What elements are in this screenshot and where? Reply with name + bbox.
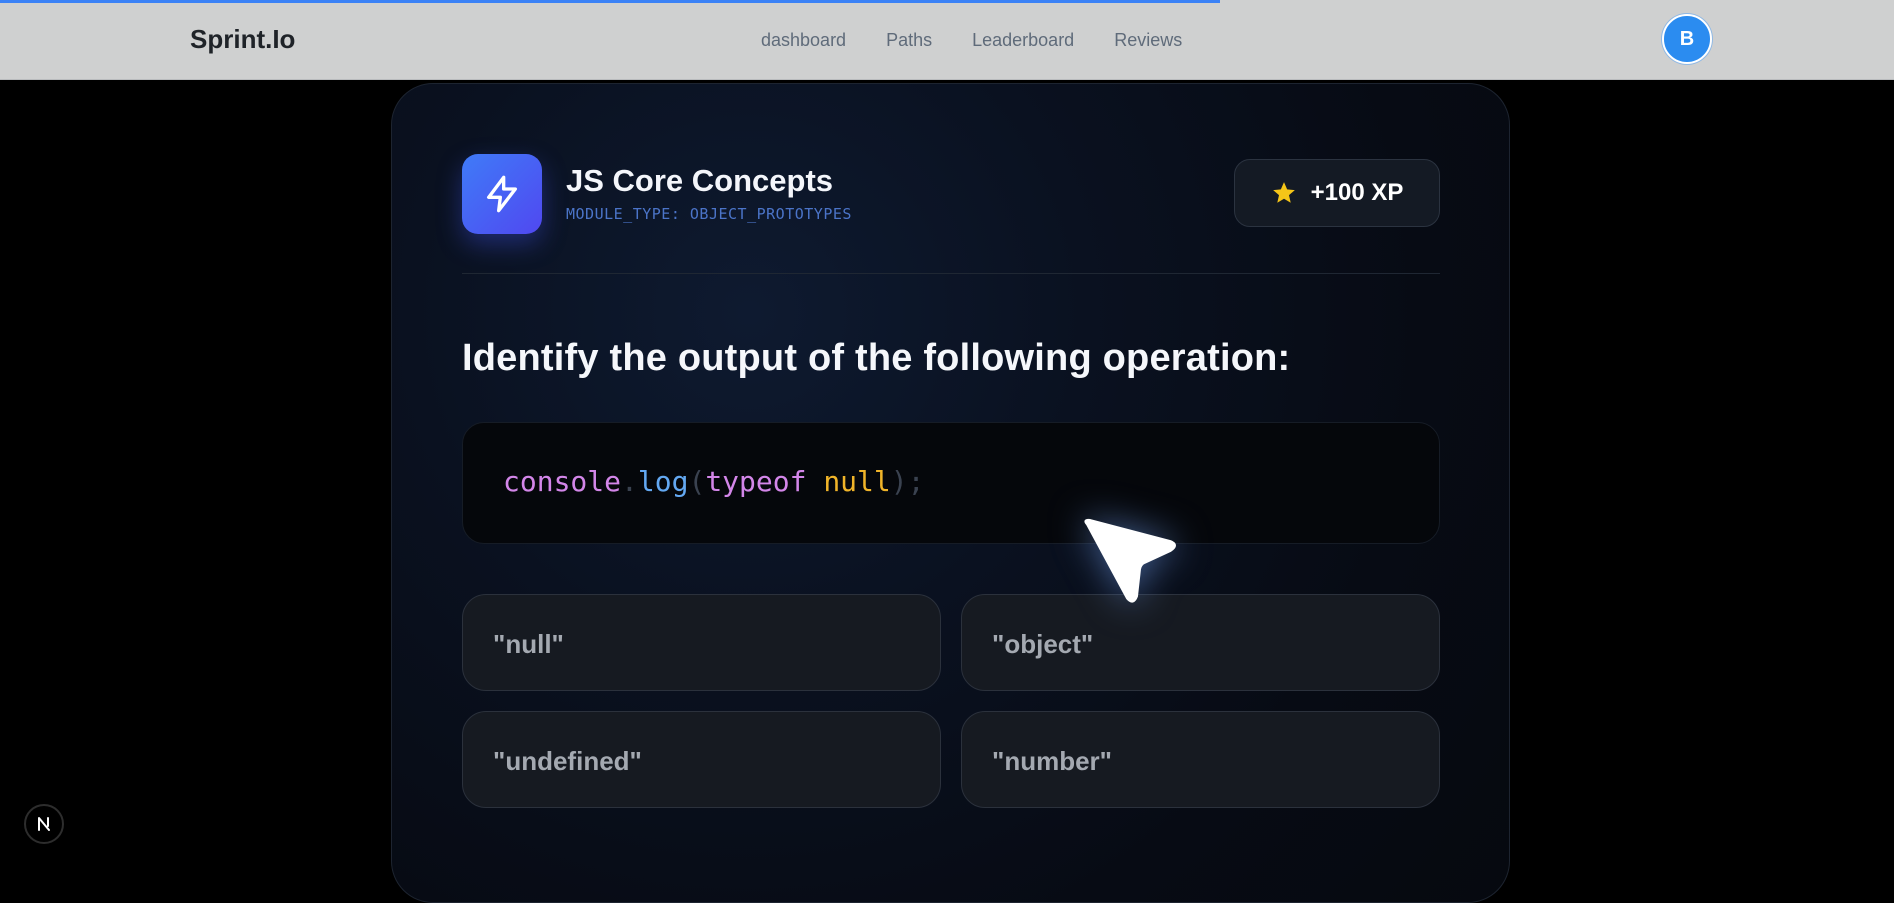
nextjs-logo-icon: [38, 817, 50, 831]
nav-link-paths[interactable]: Paths: [886, 30, 932, 51]
module-type-label: MODULE_TYPE: OBJECT_PROTOTYPES: [566, 205, 852, 223]
nav-link-reviews[interactable]: Reviews: [1114, 30, 1182, 51]
code-token-open-paren: (: [688, 465, 706, 498]
brand-logo[interactable]: Sprint.Io: [190, 24, 295, 55]
user-avatar[interactable]: B: [1662, 14, 1712, 64]
code-token-method: log: [637, 465, 689, 498]
code-token-value: null: [823, 465, 891, 498]
answer-option-object[interactable]: "object": [961, 594, 1440, 691]
nextjs-dev-badge[interactable]: [24, 804, 64, 844]
xp-reward-badge: +100 XP: [1234, 159, 1440, 227]
code-token-dot: .: [621, 465, 638, 498]
code-token-semicolon: ;: [907, 465, 925, 498]
answer-option-label: "number": [992, 746, 1112, 776]
page-progress-bar: [0, 0, 1220, 3]
module-icon: [462, 154, 542, 234]
code-line: console.log(typeof null);: [503, 465, 924, 498]
answer-option-label: "undefined": [493, 746, 642, 776]
nav-link-leaderboard[interactable]: Leaderboard: [972, 30, 1074, 51]
code-token-keyword: typeof: [705, 465, 807, 498]
module-title: JS Core Concepts: [566, 163, 834, 198]
star-icon: [1272, 182, 1295, 203]
nav-link-dashboard[interactable]: dashboard: [761, 30, 846, 51]
answer-option-label: "object": [992, 629, 1094, 659]
answer-option-number[interactable]: "number": [961, 711, 1440, 808]
top-navbar: Sprint.Io dashboard Paths Leaderboard Re…: [0, 0, 1894, 80]
header-divider: [462, 273, 1440, 274]
lightning-icon: [487, 175, 517, 213]
mouse-cursor-icon: [1084, 518, 1176, 603]
answer-option-null[interactable]: "null": [462, 594, 941, 691]
question-prompt: Identify the output of the following ope…: [462, 337, 1291, 379]
code-token-object: console: [503, 465, 622, 498]
xp-amount: +100 XP: [1310, 179, 1404, 206]
main-nav: dashboard Paths Leaderboard Reviews: [761, 30, 1182, 51]
answer-option-undefined[interactable]: "undefined": [462, 711, 941, 808]
answer-option-label: "null": [493, 629, 564, 659]
code-token-close-paren: ): [890, 465, 908, 498]
code-snippet: console.log(typeof null);: [462, 422, 1440, 544]
